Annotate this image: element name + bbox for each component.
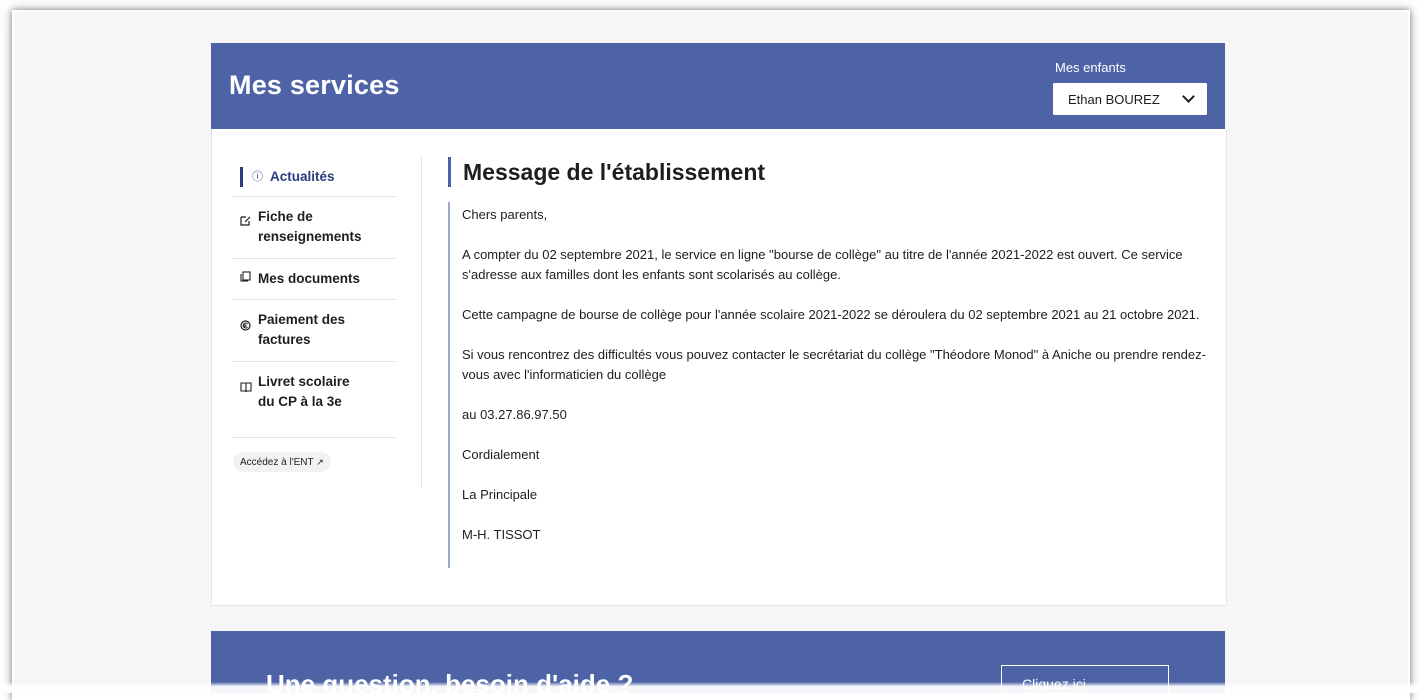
message-title: Message de l'établissement xyxy=(448,157,765,187)
message-paragraph: La Principale xyxy=(462,487,538,502)
message-paragraph: A compter du 02 septembre 2021, le servi… xyxy=(462,247,1183,282)
selected-child-value: Ethan BOUREZ xyxy=(1068,91,1160,107)
edit-form-icon xyxy=(240,207,258,233)
children-label: Mes enfants xyxy=(1055,60,1126,75)
active-indicator xyxy=(240,167,243,187)
message-paragraph: Cette campagne de bourse de collège pour… xyxy=(462,307,1200,322)
message-paragraph: M-H. TISSOT xyxy=(462,527,541,542)
message-quote-border xyxy=(448,202,450,568)
sidebar-divider xyxy=(232,437,396,438)
sidebar-item-label: Fiche de renseignements xyxy=(258,209,362,244)
sidebar-item-livret-scolaire[interactable]: Livret scolaire du CP à la 3e xyxy=(232,362,396,437)
sidebar-item-label: Livret scolaire du CP à la 3e xyxy=(258,374,350,409)
ent-link-label: Accédez à l'ENT xyxy=(240,457,314,468)
chevron-down-icon xyxy=(1182,90,1195,103)
sidebar-item-actualites[interactable]: ⓘ Actualités xyxy=(232,158,396,197)
payment-icon xyxy=(240,310,258,338)
documents-icon xyxy=(240,269,258,289)
services-header: Mes services Mes enfants Ethan BOUREZ xyxy=(211,43,1225,129)
message-paragraph: au 03.27.86.97.50 xyxy=(462,407,567,422)
sidebar-item-mes-documents[interactable]: Mes documents xyxy=(232,259,396,300)
message-paragraph: Si vous rencontrez des difficultés vous … xyxy=(462,347,1206,382)
sidebar-item-label: Paiement des factures xyxy=(258,312,346,347)
column-separator xyxy=(421,156,422,488)
sidebar-item-paiement-factures[interactable]: Paiement des factures xyxy=(232,300,396,362)
sidebar-item-label: Mes documents xyxy=(258,271,361,286)
message-paragraph: Chers parents, xyxy=(462,207,548,222)
info-icon: ⓘ xyxy=(252,171,263,183)
message-paragraph: Cordialement xyxy=(462,447,540,462)
page-title: Mes services xyxy=(229,70,400,100)
sidebar-nav: ⓘ Actualités Fiche de renseignements Mes… xyxy=(232,158,396,437)
bottom-fade xyxy=(0,682,1419,693)
sidebar-item-label: Actualités xyxy=(270,169,335,184)
ent-link[interactable]: Accédez à l'ENT ↗ xyxy=(233,452,331,472)
external-link-icon: ↗ xyxy=(316,457,324,467)
message-body: Chers parents, A compter du 02 septembre… xyxy=(462,205,1212,565)
book-icon xyxy=(240,372,258,400)
sidebar-item-fiche-renseignements[interactable]: Fiche de renseignements xyxy=(232,197,396,259)
child-select[interactable]: Ethan BOUREZ xyxy=(1053,83,1207,115)
